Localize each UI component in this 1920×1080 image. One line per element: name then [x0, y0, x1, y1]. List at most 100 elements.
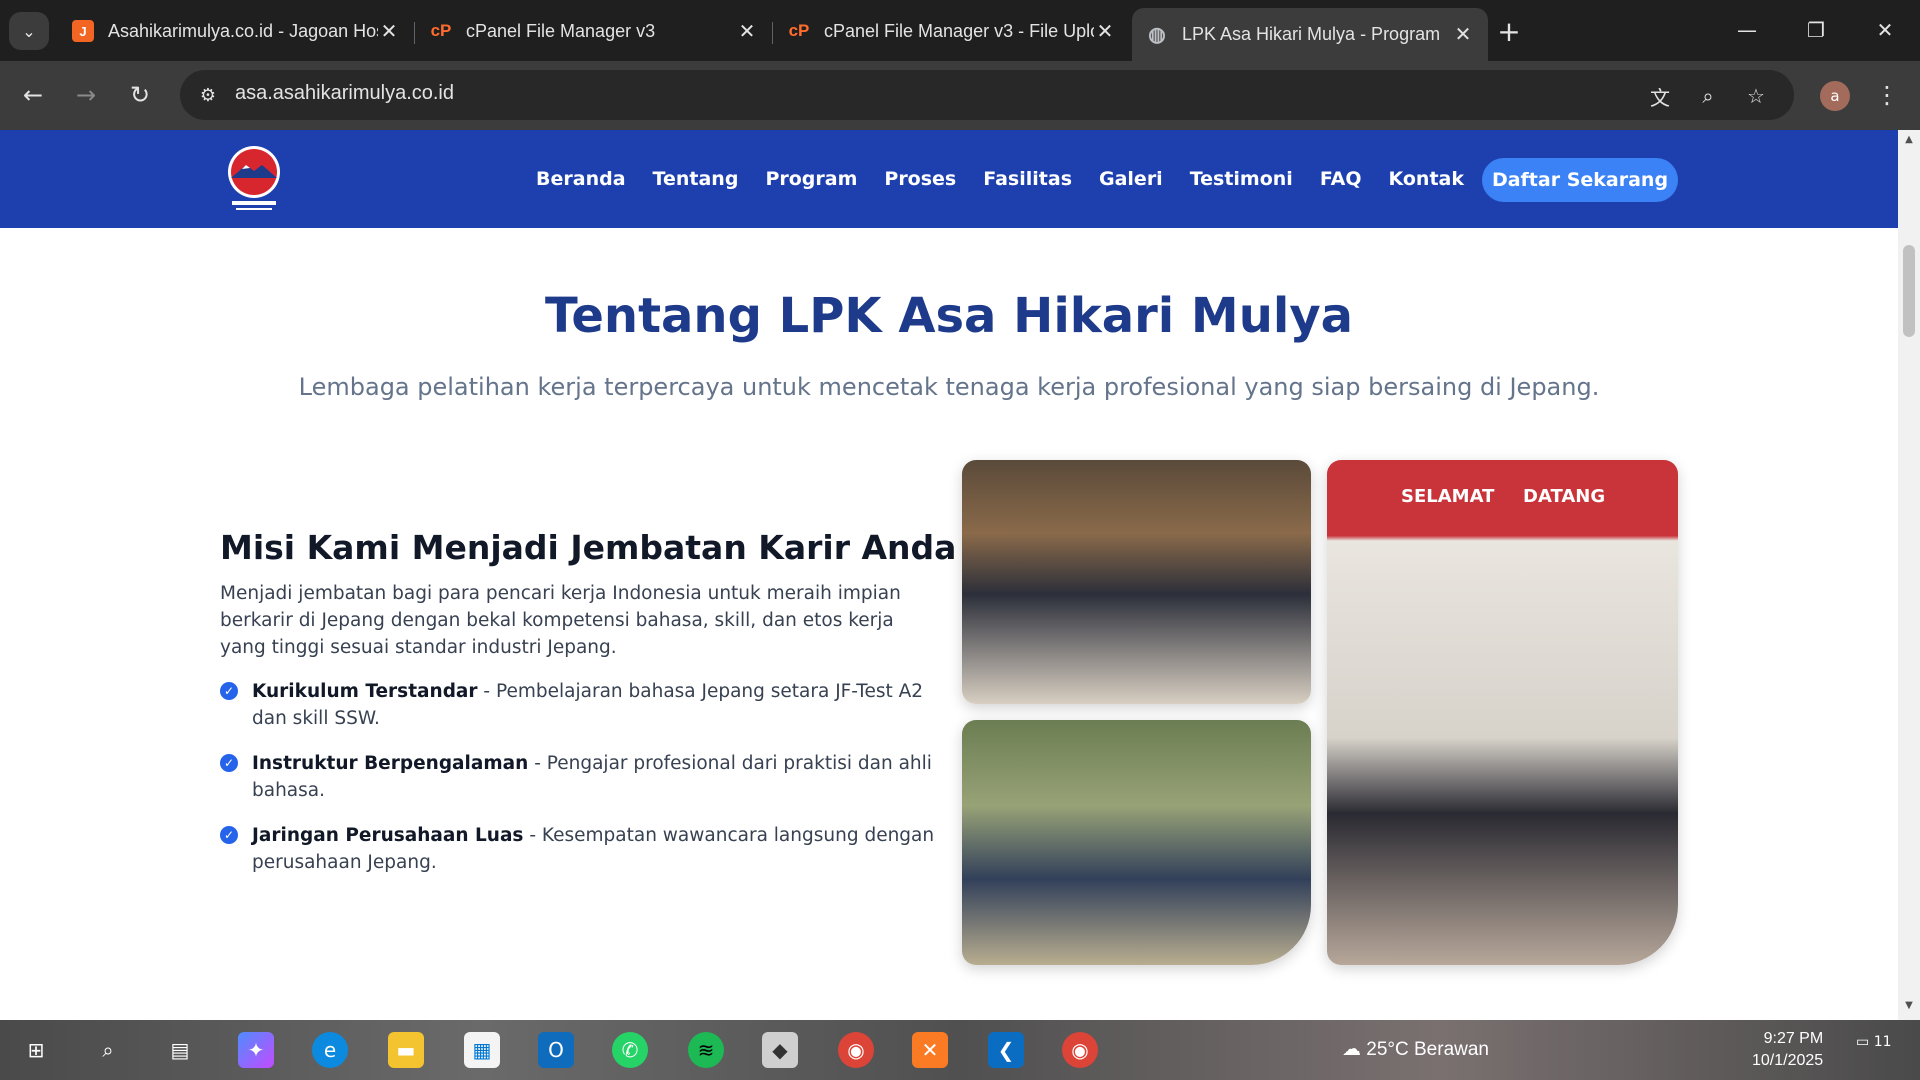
restore-button[interactable]: ❐ [1793, 10, 1839, 50]
vscode-icon[interactable]: ❮ [988, 1032, 1024, 1068]
spotify-icon[interactable]: ≋ [688, 1032, 724, 1068]
nav-kontak[interactable]: Kontak [1388, 168, 1464, 190]
sign-text-right: DATANG [1523, 486, 1606, 507]
browser-menu-icon[interactable]: ⋮ [1872, 77, 1902, 113]
photo-field-training [962, 720, 1311, 965]
chrome-profile-icon[interactable]: ◉ [1062, 1032, 1098, 1068]
tab-lpk-asa-hikari-mulya[interactable]: ◍ LPK Asa Hikari Mulya - Program ✕ [1132, 8, 1488, 61]
jagoan-hosting-icon: J [72, 20, 94, 42]
mission-points: ✓ Kurikulum Terstandar - Pembelajaran ba… [220, 678, 940, 894]
xampp-icon[interactable]: ✕ [912, 1032, 948, 1068]
tab-title: cPanel File Manager v3 [466, 20, 656, 41]
close-icon[interactable]: ✕ [1094, 19, 1116, 44]
browser-tab-bar: ⌄ J Asahikarimulya.co.id - Jagoan Hostin… [0, 0, 1920, 61]
tab-title: LPK Asa Hikari Mulya - Program [1182, 24, 1441, 44]
tab-cpanel-file-manager[interactable]: cP cPanel File Manager v3 ✕ [416, 8, 772, 54]
forward-button[interactable]: → [66, 75, 106, 115]
edge-icon[interactable]: e [312, 1032, 348, 1068]
point-title: Jaringan Perusahaan Luas [252, 825, 524, 846]
site-info-icon[interactable]: ⚙ [196, 83, 220, 107]
browser-toolbar: ← → ↻ ⚙ asa.asahikarimulya.co.id 文 ⌕ ☆ a… [0, 61, 1920, 130]
tab-search-button[interactable]: ⌄ [9, 12, 49, 50]
main-menu: Beranda Tentang Program Proses Fasilitas… [509, 130, 1464, 228]
page-scrollbar[interactable]: ▲ ▼ [1898, 130, 1920, 1020]
close-icon: ✕ [1876, 18, 1894, 42]
register-button[interactable]: Daftar Sekarang [1482, 158, 1678, 202]
bookmark-star-icon[interactable]: ☆ [1742, 82, 1770, 110]
close-icon[interactable]: ✕ [378, 19, 400, 44]
weather-widget[interactable]: ☁ 25°C Berawan [1342, 1038, 1489, 1061]
search-icon[interactable]: ⌕ [90, 1032, 126, 1068]
mission-text: Menjadi jembatan bagi para pencari kerja… [220, 583, 901, 658]
url-text[interactable]: asa.asahikarimulya.co.id [235, 82, 454, 105]
chrome-icon[interactable]: ◉ [838, 1032, 874, 1068]
zoom-icon[interactable]: ⌕ [1694, 82, 1722, 110]
back-button[interactable]: ← [13, 75, 53, 115]
store-icon[interactable]: ▦ [464, 1032, 500, 1068]
nav-fasilitas[interactable]: Fasilitas [983, 168, 1072, 190]
taskbar: ⊞ ⌕ ▤ ✦ e ▬ ▦ O ✆ ≋ ◆ ◉ ✕ ❮ ◉ ☁ 25°C Ber… [0, 1020, 1920, 1080]
roblox-icon[interactable]: ◆ [762, 1032, 798, 1068]
nav-testimoni[interactable]: Testimoni [1190, 168, 1293, 190]
reload-button[interactable]: ↻ [120, 75, 160, 115]
clock-date: 10/1/2025 [1752, 1052, 1824, 1069]
arrow-right-icon: → [75, 81, 97, 109]
reload-icon: ↻ [129, 81, 151, 109]
list-item: ✓ Instruktur Berpengalaman - Pengajar pr… [220, 750, 940, 804]
weather-text: 25°C Berawan [1366, 1039, 1490, 1060]
nav-proses[interactable]: Proses [884, 168, 956, 190]
address-bar[interactable]: ⚙ asa.asahikarimulya.co.id 文 ⌕ ☆ [180, 70, 1794, 120]
check-circle-icon: ✓ [220, 682, 238, 700]
restore-icon: ❐ [1807, 18, 1825, 42]
notification-count: 11 [1873, 1034, 1892, 1050]
nav-beranda[interactable]: Beranda [536, 168, 626, 190]
tab-separator [414, 22, 415, 44]
translate-icon[interactable]: 文 [1646, 82, 1674, 110]
scroll-up-icon[interactable]: ▲ [1903, 134, 1915, 146]
tab-title: cPanel File Manager v3 - File Upload [824, 20, 1094, 41]
clock-time: 9:27 PM [1763, 1030, 1824, 1047]
globe-icon: ◍ [1148, 24, 1166, 46]
profile-avatar[interactable]: a [1820, 81, 1850, 111]
tab-cpanel-file-upload[interactable]: cP cPanel File Manager v3 - File Upload … [774, 8, 1130, 54]
file-explorer-icon[interactable]: ▬ [388, 1032, 424, 1068]
sign-text-left: SELAMAT [1401, 486, 1495, 507]
minimize-icon: — [1737, 18, 1757, 42]
site-logo[interactable] [226, 145, 282, 215]
outlook-icon[interactable]: O [538, 1032, 574, 1068]
list-item: ✓ Kurikulum Terstandar - Pembelajaran ba… [220, 678, 940, 732]
task-view-icon[interactable]: ▤ [162, 1032, 198, 1068]
scroll-down-icon[interactable]: ▼ [1903, 1000, 1915, 1012]
photo-team-welcome: SELAMAT DATANG [1327, 460, 1678, 965]
arrow-left-icon: ← [22, 81, 44, 109]
site-header: Beranda Tentang Program Proses Fasilitas… [0, 130, 1898, 228]
close-window-button[interactable]: ✕ [1862, 10, 1908, 50]
chevron-down-icon: ⌄ [22, 21, 36, 41]
section-subtitle: Lembaga pelatihan kerja terpercaya untuk… [298, 373, 1600, 401]
notification-icon: ▭ [1856, 1034, 1870, 1050]
whatsapp-icon[interactable]: ✆ [612, 1032, 648, 1068]
windows-start-icon[interactable]: ⊞ [18, 1032, 54, 1068]
close-icon[interactable]: ✕ [736, 19, 758, 44]
check-circle-icon: ✓ [220, 754, 238, 772]
new-tab-button[interactable]: + [1493, 12, 1525, 50]
notification-center[interactable]: ▭ 11 [1856, 1034, 1892, 1050]
cpanel-icon: cP [788, 21, 810, 40]
taskbar-clock[interactable]: 9:27 PM 10/1/2025 [1752, 1028, 1823, 1072]
section-title: Tentang LPK Asa Hikari Mulya [544, 288, 1353, 344]
copilot-icon[interactable]: ✦ [238, 1032, 274, 1068]
plus-icon: + [1497, 14, 1521, 48]
tab-jagoan-hosting[interactable]: J Asahikarimulya.co.id - Jagoan Hosting … [58, 8, 414, 54]
scroll-thumb[interactable] [1903, 245, 1915, 337]
nav-galeri[interactable]: Galeri [1099, 168, 1163, 190]
photo-event-gathering [962, 460, 1311, 704]
nav-faq[interactable]: FAQ [1320, 168, 1362, 190]
nav-program[interactable]: Program [765, 168, 857, 190]
mission-title: Misi Kami Menjadi Jembatan Karir Anda [220, 528, 957, 567]
minimize-button[interactable]: — [1724, 10, 1770, 50]
tab-title: Asahikarimulya.co.id - Jagoan Hosting [108, 20, 378, 41]
check-circle-icon: ✓ [220, 826, 238, 844]
list-item: ✓ Jaringan Perusahaan Luas - Kesempatan … [220, 822, 940, 876]
nav-tentang[interactable]: Tentang [653, 168, 739, 190]
close-icon[interactable]: ✕ [1452, 22, 1474, 47]
